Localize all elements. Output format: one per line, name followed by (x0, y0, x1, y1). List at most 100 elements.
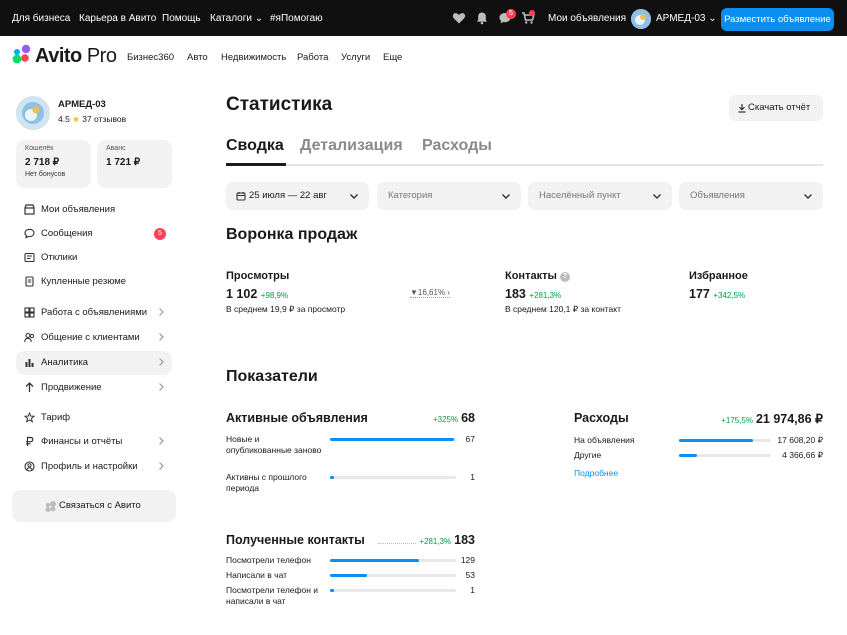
expenses-row-bar (679, 454, 771, 457)
chevron-right-icon (156, 332, 166, 342)
profile-rating: 4.5 ★ 37 отзывов (58, 114, 126, 125)
chevron-right-icon (156, 307, 166, 317)
sidebar-item-messages[interactable]: Сообщения 5 (16, 222, 172, 246)
chevron-right-icon: › (447, 288, 450, 297)
info-icon[interactable]: ? (559, 272, 570, 282)
sidebar-item-resumes[interactable]: Купленные резюме (16, 270, 172, 294)
location-filter[interactable]: Населённый пункт (528, 182, 672, 210)
advance-card[interactable]: Аванс 1 721 ₽ (97, 140, 172, 188)
nav-jobs[interactable]: Работа (297, 52, 328, 63)
contacts-delta: +281,3% (529, 291, 562, 300)
nav-business360[interactable]: Бизнес360 (127, 52, 174, 63)
sidebar-item-label: Работа с объявлениями (41, 307, 148, 318)
views-title: Просмотры (226, 270, 290, 282)
sidebar-item-analytics[interactable]: Аналитика (16, 351, 172, 375)
ruble-icon (24, 436, 35, 447)
profile-name[interactable]: АРМЕД-03 (58, 99, 106, 110)
indicators-heading: Показатели (226, 368, 318, 385)
nav-auto[interactable]: Авто (187, 52, 208, 63)
ads-filter-placeholder: Объявления (690, 190, 745, 201)
active-row-label: Новые и опубликованные заново (226, 434, 322, 455)
link-i-help[interactable]: #яПомогаю (270, 13, 323, 24)
sidebar-item-profile[interactable]: Профиль и настройки (16, 455, 172, 479)
nav-services[interactable]: Услуги (341, 52, 370, 63)
advance-value: 1 721 ₽ (106, 157, 141, 168)
wallet-label: Кошелёк (25, 145, 54, 152)
nav-realty[interactable]: Недвижимость (221, 52, 286, 63)
contacts-row-value: 129 (460, 555, 475, 565)
nav-more[interactable]: Еще (383, 52, 402, 63)
advance-label: Аванс (106, 145, 126, 152)
active-row-value: 67 (465, 434, 475, 444)
post-ad-button[interactable]: Разместить объявление (721, 8, 834, 31)
cart-dot (529, 10, 535, 16)
message-icon (24, 228, 35, 239)
favorites-value: 177 (689, 287, 710, 301)
expenses-more-link[interactable]: Подробнее (574, 468, 618, 478)
ads-work-icon (24, 307, 35, 318)
expenses-row-fill (679, 439, 753, 442)
wallet-value: 2 718 ₽ (25, 157, 60, 168)
wallet-card[interactable]: Кошелёк 2 718 ₽ Нет бонусов (16, 140, 91, 188)
active-row-bar (330, 438, 456, 441)
sidebar-item-finance[interactable]: Финансы и отчёты (16, 430, 172, 454)
download-report-button[interactable]: Скачать отчёт (729, 95, 823, 121)
views-note: В среднем 19,9 ₽ за просмотр (226, 304, 346, 314)
active-ads-total: +325% 68 (433, 411, 475, 425)
sidebar-item-responses[interactable]: Отклики (16, 246, 172, 270)
active-row-fill (330, 476, 334, 479)
sidebar-item-label: Финансы и отчёты (41, 436, 123, 447)
expenses-row-value: 4 366,66 ₽ (782, 450, 823, 460)
tab-summary[interactable]: Сводка (226, 137, 284, 155)
chevron-down-icon (349, 191, 359, 201)
favorites-metric: 177 +342,5% (689, 287, 745, 301)
link-catalogs[interactable]: Каталоги ⌄ (210, 13, 263, 24)
sidebar-item-label: Отклики (41, 252, 78, 263)
avatar[interactable] (631, 9, 651, 29)
category-filter[interactable]: Категория (377, 182, 521, 210)
sidebar-item-my-ads[interactable]: Мои объявления (16, 198, 172, 222)
chevron-right-icon (156, 436, 166, 446)
views-delta: +98,9% (260, 291, 289, 300)
date-filter[interactable]: 25 июля — 22 авг (226, 182, 369, 210)
expenses-row-label: На объявления (574, 435, 635, 445)
chevron-down-icon: ⌄ (708, 13, 717, 24)
chevron-down-icon: ⌄ (254, 13, 264, 24)
sidebar-item-clients[interactable]: Общение с клиентами (16, 326, 172, 350)
heart-icon[interactable] (452, 11, 466, 25)
received-contacts-total-value: 183 (454, 533, 475, 547)
favorites-delta: +342,5% (713, 291, 746, 300)
reviews-link[interactable]: 37 отзывов (82, 114, 126, 124)
link-help[interactable]: Помощь (162, 13, 201, 24)
expenses-row-value: 17 608,20 ₽ (777, 435, 823, 445)
contact-avito-button[interactable]: Связаться с Авито (12, 490, 176, 522)
sidebar-item-tariff[interactable]: Тариф (16, 406, 172, 430)
link-for-business[interactable]: Для бизнеса (12, 13, 70, 24)
contact-avito-label: Связаться с Авито (59, 500, 141, 511)
sidebar-item-promotion[interactable]: Продвижение (16, 376, 172, 400)
conversion-rate[interactable]: ▼16,61% › (410, 288, 450, 298)
tab-expenses[interactable]: Расходы (422, 137, 492, 155)
responses-icon (24, 252, 35, 263)
dotted-leader (378, 543, 416, 544)
chevron-down-icon (501, 191, 511, 201)
link-my-ads[interactable]: Мои объявления (548, 13, 626, 24)
sidebar-item-label: Профиль и настройки (41, 461, 138, 472)
contacts-row-label: Посмотрели телефон (226, 555, 311, 565)
funnel-heading: Воронка продаж (226, 226, 358, 243)
link-careers[interactable]: Карьера в Авито (79, 13, 156, 24)
active-row-value: 1 (470, 472, 475, 482)
ads-filter[interactable]: Объявления (679, 182, 823, 210)
sidebar-item-ads-work[interactable]: Работа с объявлениями (16, 301, 172, 325)
sidebar-item-label: Общение с клиентами (41, 332, 140, 343)
contacts-title: Контакты ? (505, 270, 570, 282)
bell-icon[interactable] (475, 11, 489, 25)
user-menu[interactable]: АРМЕД-03 ⌄ (656, 13, 717, 24)
sidebar-item-label: Тариф (41, 412, 71, 423)
sidebar-item-label: Сообщения (41, 228, 93, 239)
profile-avatar[interactable] (16, 96, 50, 130)
logo-text: Avito Pro (35, 45, 117, 68)
tab-details[interactable]: Детализация (300, 137, 403, 155)
contacts-row-label: Посмотрели телефон и написали в чат (226, 585, 319, 606)
active-row-fill (330, 438, 455, 441)
